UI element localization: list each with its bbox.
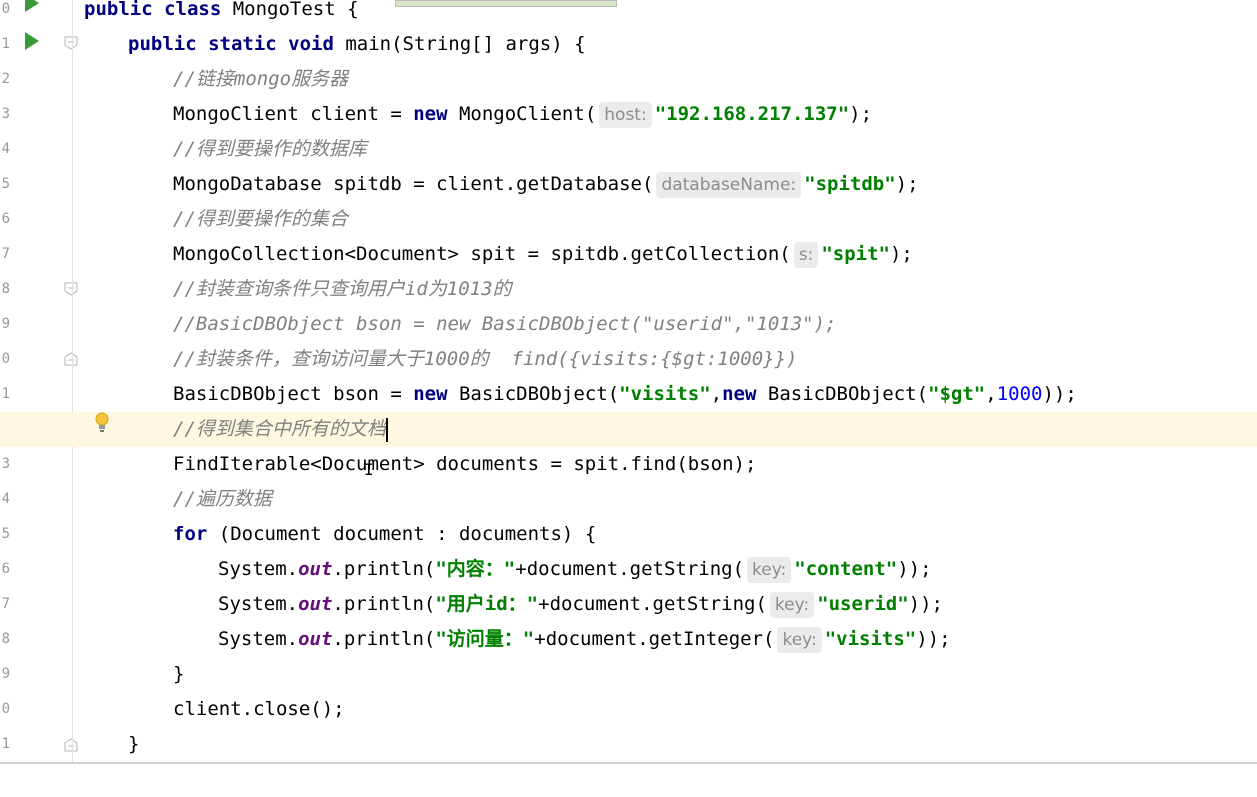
parameter-hint: s: xyxy=(793,242,819,268)
keyword: new xyxy=(413,103,448,125)
code-text: MongoTest { xyxy=(232,0,359,20)
code-text: )); xyxy=(916,628,951,650)
comment: //封装查询条件只查询用户id为1013的 xyxy=(173,278,512,300)
code-line[interactable]: } xyxy=(0,657,1257,692)
mouse-ibeam-icon: I xyxy=(364,460,374,479)
parameter-hint: key: xyxy=(769,592,815,618)
static-field: out xyxy=(298,558,333,580)
code-line[interactable]: //封装查询条件只查询用户id为1013的 xyxy=(0,272,1257,307)
string-literal: "访问量：" xyxy=(435,628,535,650)
comment: //BasicDBObject bson = new BasicDBObject… xyxy=(173,313,837,335)
code-text: System. xyxy=(218,593,299,615)
parameter-hint: key: xyxy=(747,557,792,583)
parameter-hint: databaseName: xyxy=(656,172,802,198)
code-text: System. xyxy=(218,558,299,580)
code-text: ); xyxy=(849,103,873,125)
code-text: ); xyxy=(889,243,913,265)
code-text: client.close(); xyxy=(173,698,345,720)
code-text: System. xyxy=(218,628,299,650)
code-text: ); xyxy=(895,173,919,195)
code-line[interactable]: public static void main(String[] args) { xyxy=(0,27,1257,62)
string-literal: "visits" xyxy=(824,628,917,650)
code-text: MongoClient client = xyxy=(173,103,414,125)
keyword: for xyxy=(173,523,208,545)
string-literal: "用户id：" xyxy=(435,593,539,615)
code-line[interactable]: public class MongoTest { xyxy=(0,0,1257,27)
comment: //遍历数据 xyxy=(173,488,272,510)
comment: //链接mongo服务器 xyxy=(173,68,349,90)
code-line[interactable]: FindIterable<Document> documents = spit.… xyxy=(0,447,1257,482)
code-line[interactable]: //得到要操作的数据库 xyxy=(0,132,1257,167)
code-line[interactable]: } xyxy=(0,727,1257,762)
parameter-hint: host: xyxy=(599,102,652,128)
code-text: BasicDBObject( xyxy=(756,383,929,405)
static-field: out xyxy=(298,593,333,615)
code-text: main(String[] args) { xyxy=(345,33,586,55)
string-literal: "spitdb" xyxy=(804,173,896,195)
string-literal: "userid" xyxy=(817,593,909,615)
code-text: .println( xyxy=(332,628,436,650)
string-literal: "visits" xyxy=(619,383,711,405)
code-text: , xyxy=(985,383,997,405)
code-text: BasicDBObject( xyxy=(447,383,620,405)
code-text: BasicDBObject bson = xyxy=(173,383,414,405)
code-line[interactable]: System.out.println("用户id："+document.getS… xyxy=(0,587,1257,622)
code-text: )); xyxy=(1042,383,1077,405)
code-line[interactable]: client.close(); xyxy=(0,692,1257,727)
bulb-icon[interactable] xyxy=(94,412,110,439)
code-line[interactable]: //封装条件，查询访问量大于1000的 find({visits:{$gt:10… xyxy=(0,342,1257,377)
code-line[interactable]: for (Document document : documents) { xyxy=(0,517,1257,552)
code-line[interactable]: MongoDatabase spitdb = client.getDatabas… xyxy=(0,167,1257,202)
string-literal: "spit" xyxy=(821,243,890,265)
keyword: new xyxy=(722,383,757,405)
code-text: MongoCollection<Document> spit = spitdb.… xyxy=(173,243,791,265)
keyword: public static void xyxy=(128,33,346,55)
code-text: +document.getString( xyxy=(538,593,767,615)
comment: //封装条件，查询访问量大于1000的 find({visits:{$gt:10… xyxy=(173,348,798,370)
comment: //得到要操作的数据库 xyxy=(173,138,367,160)
code-text: )); xyxy=(897,558,932,580)
current-code-line[interactable]: //得到集合中所有的文档 xyxy=(0,412,1257,447)
code-text: )); xyxy=(908,593,943,615)
comment: //得到要操作的集合 xyxy=(173,208,348,230)
code-line[interactable]: //BasicDBObject bson = new BasicDBObject… xyxy=(0,307,1257,342)
code-line[interactable]: System.out.println("内容："+document.getStr… xyxy=(0,552,1257,587)
code-line[interactable]: BasicDBObject bson = new BasicDBObject("… xyxy=(0,377,1257,412)
code-line[interactable]: //遍历数据 xyxy=(0,482,1257,517)
code-text: MongoClient( xyxy=(447,103,597,125)
code-line[interactable]: //链接mongo服务器 xyxy=(0,62,1257,97)
string-literal: "192.168.217.137" xyxy=(654,103,850,125)
code-line[interactable]: //得到要操作的集合 xyxy=(0,202,1257,237)
keyword: public class xyxy=(84,0,233,20)
string-literal: "$gt" xyxy=(928,383,986,405)
string-literal: "content" xyxy=(794,558,898,580)
code-line[interactable]: System.out.println("访问量："+document.getIn… xyxy=(0,622,1257,657)
keyword: new xyxy=(413,383,448,405)
code-text: } xyxy=(173,663,185,685)
code-text: FindIterable<Document> documents = spit.… xyxy=(173,453,757,475)
code-text: +document.getString( xyxy=(515,558,745,580)
code-text: .println( xyxy=(332,558,436,580)
code-line[interactable]: MongoCollection<Document> spit = spitdb.… xyxy=(0,237,1257,272)
text-caret xyxy=(385,417,388,442)
comment: //得到集合中所有的文档 xyxy=(173,418,386,440)
code-text: , xyxy=(710,383,723,405)
code-text: MongoDatabase spitdb = client.getDatabas… xyxy=(173,173,654,195)
parameter-hint: key: xyxy=(777,627,822,653)
code-text: .println( xyxy=(332,593,436,615)
code-line[interactable]: MongoClient client = new MongoClient(hos… xyxy=(0,97,1257,132)
code-text: +document.getInteger( xyxy=(534,628,775,650)
static-field: out xyxy=(298,628,333,650)
code-text: (Document document : documents) { xyxy=(207,523,597,545)
code-text: } xyxy=(128,733,140,755)
number-literal: 1000 xyxy=(996,383,1043,405)
string-literal: "内容：" xyxy=(435,558,516,580)
